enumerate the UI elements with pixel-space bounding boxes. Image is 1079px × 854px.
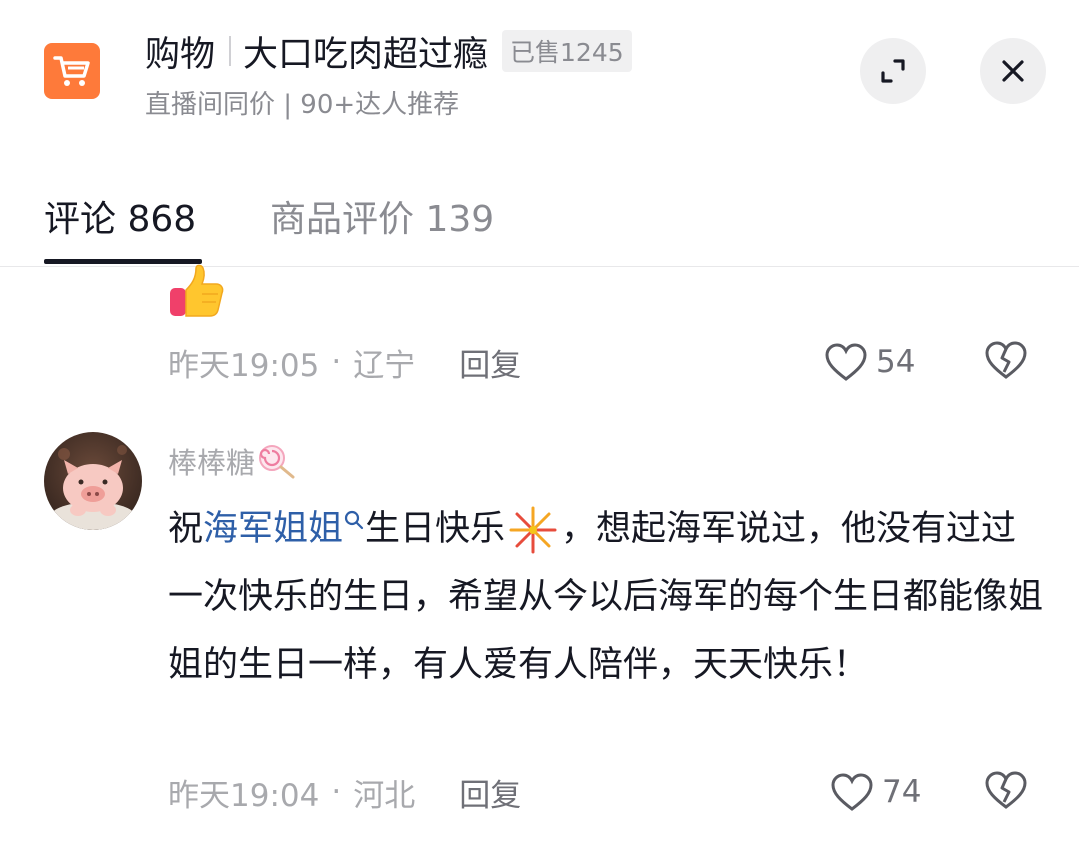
broken-heart-icon [985,771,1027,809]
comment-text-start: 祝 [168,509,204,549]
like-button[interactable]: 54 [824,340,915,384]
heart-outline-icon [825,343,867,381]
tab-product-reviews[interactable]: 商品评价 139 [270,190,494,242]
comment-location: 河北 [353,777,416,814]
search-icon [344,510,364,530]
reply-button[interactable]: 回复 [459,340,521,385]
comment-meta: 昨天19:04 · 河北 回复 [168,770,521,815]
comment-time: 昨天19:05 [168,347,320,384]
heart-outline-icon [831,773,873,811]
comment-time: 昨天19:04 [168,777,320,814]
expand-icon [881,59,905,83]
like-count: 74 [882,774,922,810]
dislike-button[interactable] [984,340,1028,384]
product-subtitle: 直播间同价 | 90+达人推荐 [145,90,460,120]
expand-button[interactable] [860,38,926,104]
avatar[interactable] [44,432,142,530]
product-title-row[interactable]: 购物 大口吃肉超过瘾 已售1245 [145,28,632,75]
fireworks-emoji [509,506,557,554]
comment-text-mid: 生日快乐 [365,509,506,549]
comment-body: 祝海军姐姐 生日快乐 ，想起海军说过，他没有过过一次快乐的生日，希望从今以后海军… [168,495,1048,699]
title-divider [229,36,232,66]
like-count: 54 [876,344,916,380]
product-header: 购物 大口吃肉超过瘾 已售1245 直播间同价 | 90+达人推荐 [0,0,1079,140]
shop-label: 购物 [145,34,216,75]
reply-button[interactable]: 回复 [459,770,521,815]
thumbs-up-emoji [168,264,226,320]
meta-separator: · [331,344,342,380]
close-button[interactable] [980,38,1046,104]
mention-link[interactable]: 海军姐姐 [203,509,365,549]
lollipop-emoji [259,445,295,479]
comment-meta: 昨天19:05 · 辽宁 回复 [168,340,521,385]
sold-count-badge: 已售1245 [502,30,632,72]
dislike-button[interactable] [984,770,1028,814]
mention-text: 海军姐姐 [203,509,344,549]
shopping-cart-icon [44,43,100,99]
product-title: 大口吃肉超过瘾 [243,34,489,75]
username-text: 棒棒糖 [168,446,256,480]
broken-heart-icon [985,341,1027,379]
comment-tabs: 评论 868 商品评价 139 [0,180,1079,267]
meta-separator: · [331,774,342,810]
like-button[interactable]: 74 [830,770,921,814]
comment-username[interactable]: 棒棒糖 [168,440,297,482]
close-icon [1002,60,1024,82]
comment-location: 辽宁 [353,347,416,384]
tab-comments[interactable]: 评论 868 [44,190,196,242]
